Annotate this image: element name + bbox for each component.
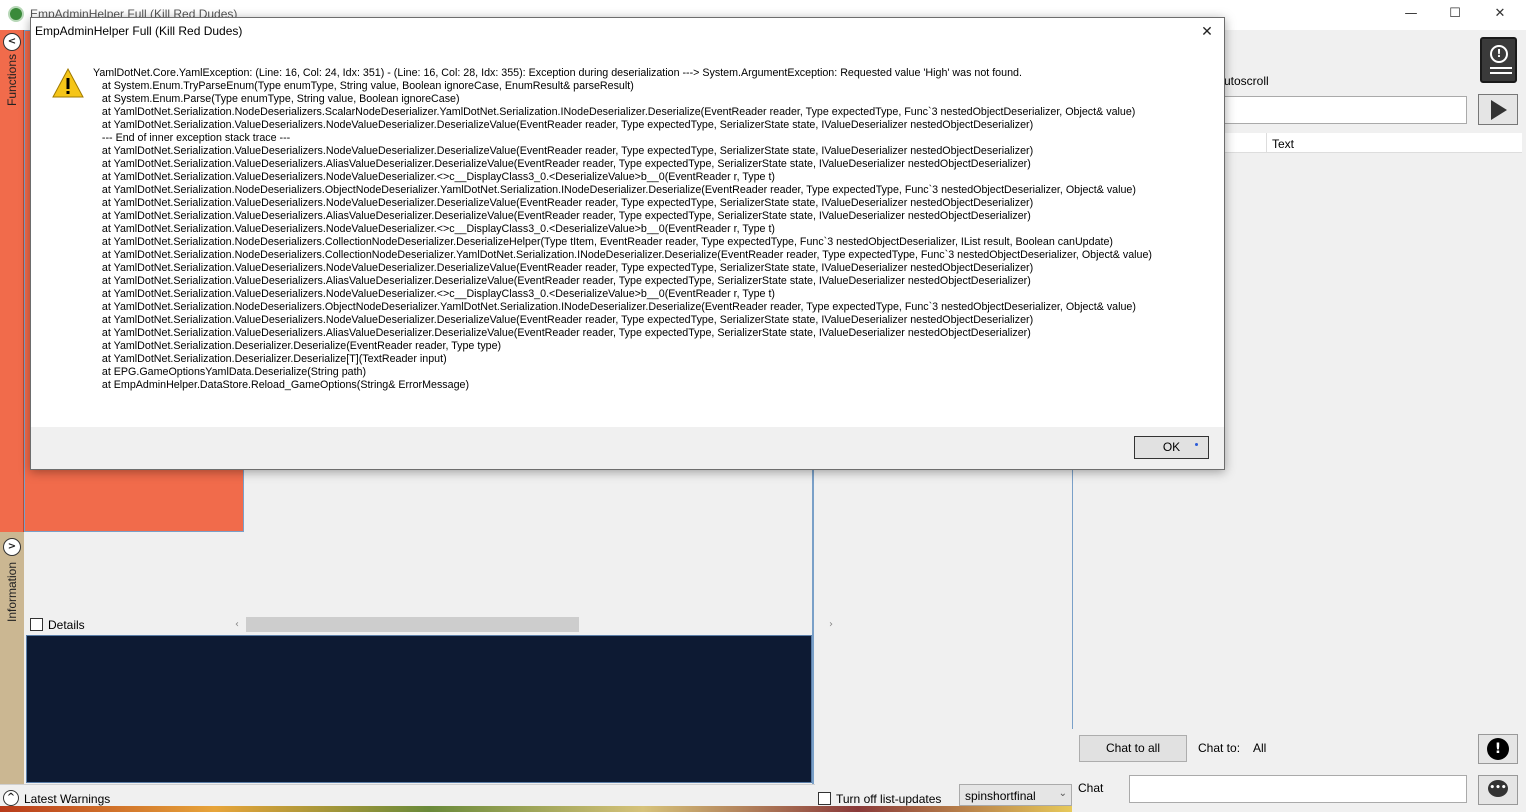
latest-warnings-label: Latest Warnings: [24, 792, 111, 806]
dialog-title: EmpAdminHelper Full (Kill Red Dudes): [35, 24, 243, 38]
play-icon: [1491, 100, 1507, 120]
alert-bell-icon: !: [1490, 45, 1508, 63]
log-column-text[interactable]: Text: [1272, 137, 1294, 151]
user-select-value: spinshortfinal: [965, 789, 1036, 803]
taskbar-strip: [0, 806, 1072, 812]
focus-indicator: [1195, 443, 1198, 446]
warning-icon: [52, 68, 84, 98]
dialog-message: YamlDotNet.Core.YamlException: (Line: 16…: [93, 67, 1152, 391]
details-row: Details ‹ ›: [26, 616, 838, 633]
command-input[interactable]: [1224, 96, 1467, 124]
information-tab-label: Information: [5, 561, 19, 622]
horizontal-scrollbar[interactable]: ‹ ›: [230, 616, 838, 633]
close-window-button[interactable]: ✕: [1477, 0, 1523, 30]
ok-button-label: OK: [1162, 440, 1181, 454]
dialog-close-button[interactable]: ✕: [1190, 18, 1224, 46]
information-tab[interactable]: > Information: [0, 532, 24, 784]
user-select[interactable]: spinshortfinal ⌄: [959, 784, 1072, 806]
minimize-button[interactable]: —: [1388, 0, 1434, 30]
splitter[interactable]: [812, 469, 814, 784]
maximize-button[interactable]: ☐: [1432, 0, 1478, 30]
app-icon: [8, 6, 24, 22]
turn-off-list-updates-checkbox[interactable]: [818, 792, 831, 805]
scroll-right-icon[interactable]: ›: [824, 616, 838, 633]
column-separator[interactable]: [1266, 133, 1267, 153]
chat-bubble-icon: •••: [1488, 780, 1508, 797]
dialog-footer: OK: [31, 427, 1224, 469]
chat-to-value: All: [1253, 741, 1267, 755]
expand-information-icon[interactable]: >: [3, 538, 21, 556]
turn-off-list-updates-label: Turn off list-updates: [836, 792, 942, 806]
chat-to-label: Chat to:: [1198, 741, 1241, 755]
collapse-functions-icon[interactable]: <: [3, 33, 21, 51]
exclamation-icon: !: [1487, 738, 1509, 760]
chevron-down-icon: ⌄: [1058, 788, 1067, 799]
chat-input[interactable]: [1129, 775, 1467, 803]
alert-line: [1490, 72, 1512, 74]
error-dialog: EmpAdminHelper Full (Kill Red Dudes) ✕ Y…: [30, 17, 1225, 470]
functions-tab[interactable]: < Functions: [0, 30, 24, 532]
log-table-header: Text: [1224, 133, 1522, 153]
autoscroll-label[interactable]: utoscroll: [1224, 74, 1269, 88]
expand-warnings-icon[interactable]: ^: [3, 790, 19, 806]
warning-button[interactable]: !: [1478, 734, 1518, 764]
scroll-left-icon[interactable]: ‹: [230, 616, 244, 633]
details-label: Details: [48, 618, 85, 632]
send-chat-button[interactable]: •••: [1478, 775, 1518, 805]
alert-line: [1490, 67, 1512, 69]
chat-label: Chat: [1078, 781, 1104, 795]
scrollbar-thumb[interactable]: [246, 617, 579, 632]
details-checkbox[interactable]: [30, 618, 43, 631]
alerts-button[interactable]: !: [1480, 37, 1517, 83]
ok-button[interactable]: OK: [1134, 436, 1209, 459]
run-button[interactable]: [1478, 94, 1518, 125]
chat-to-all-button[interactable]: Chat to all: [1079, 735, 1187, 762]
information-panel: [26, 635, 812, 783]
functions-tab-label: Functions: [5, 53, 19, 106]
